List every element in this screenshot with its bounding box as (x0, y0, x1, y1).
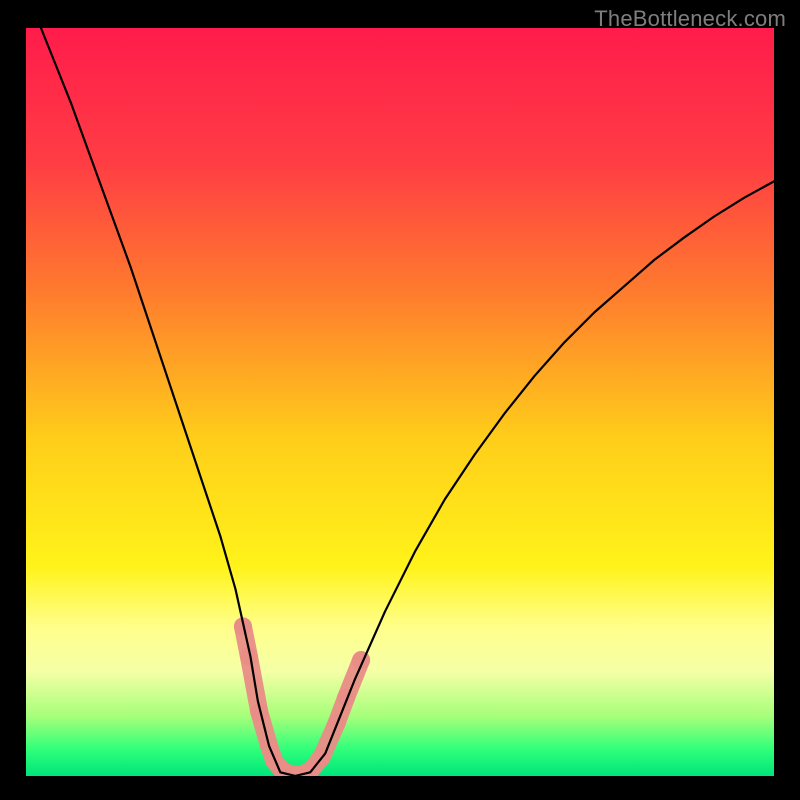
plot-area (26, 28, 774, 776)
chart-frame: TheBottleneck.com (0, 0, 800, 800)
chart-background (26, 28, 774, 776)
watermark-text: TheBottleneck.com (594, 6, 786, 32)
chart-svg (26, 28, 774, 776)
